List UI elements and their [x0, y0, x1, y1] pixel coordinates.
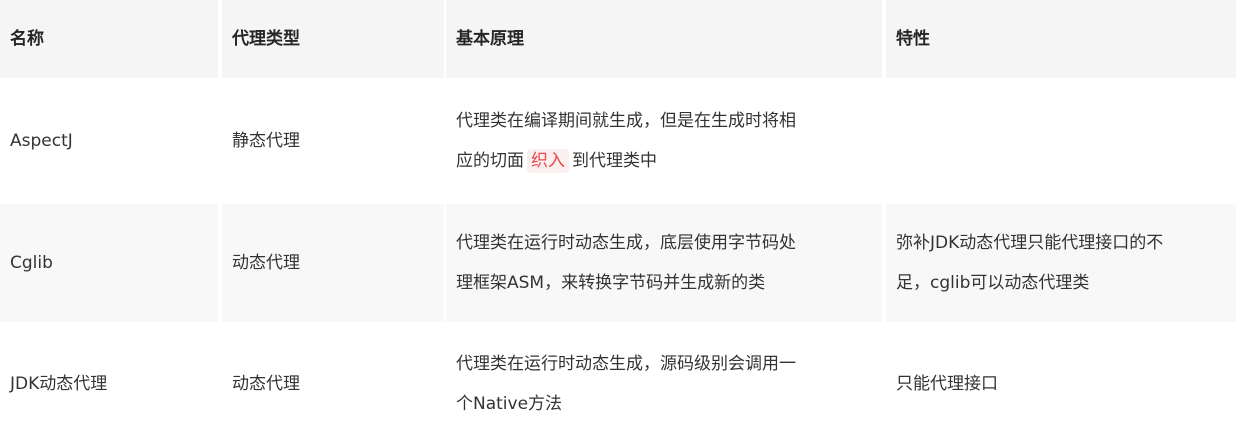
- principle-text: 代理类在编译期间就生成，但是在生成时将相 应的切面 织入 到代理类中: [456, 101, 796, 181]
- header-principle-label: 基本原理: [456, 29, 524, 49]
- cell-name: AspectJ: [0, 82, 218, 200]
- comparison-table: 名称 代理类型 基本原理 特性 AspectJ 静态代理 代理类在编译期间就生成…: [0, 0, 1236, 442]
- header-feature-label: 特性: [896, 29, 930, 49]
- cell-feature: 弥补JDK动态代理只能代理接口的不 足，cglib可以动态代理类: [886, 204, 1236, 322]
- cell-principle: 代理类在编译期间就生成，但是在生成时将相 应的切面 织入 到代理类中: [446, 82, 882, 200]
- cell-name: Cglib: [0, 204, 218, 322]
- cell-principle: 代理类在运行时动态生成，源码级别会调用一 个Native方法: [446, 326, 882, 442]
- row-type-text: 静态代理: [232, 131, 300, 151]
- header-name-label: 名称: [10, 29, 44, 49]
- header-feature: 特性: [886, 0, 1236, 78]
- cell-proxy-type: 静态代理: [222, 82, 444, 200]
- header-proxy-type: 代理类型: [222, 0, 444, 78]
- table-row: AspectJ 静态代理 代理类在编译期间就生成，但是在生成时将相 应的切面 织入…: [0, 82, 1236, 200]
- table-row: Cglib 动态代理 代理类在运行时动态生成，底层使用字节码处 理框架ASM，来…: [0, 204, 1236, 322]
- table-header-row: 名称 代理类型 基本原理 特性: [0, 0, 1236, 78]
- row-name-text: Cglib: [10, 253, 53, 273]
- row-type-text: 动态代理: [232, 374, 300, 394]
- row-name-text: JDK动态代理: [10, 374, 108, 394]
- cell-proxy-type: 动态代理: [222, 204, 444, 322]
- principle-text-part: 到代理类中: [572, 151, 657, 171]
- inline-code-highlight: 织入: [527, 149, 569, 173]
- table-row: JDK动态代理 动态代理 代理类在运行时动态生成，源码级别会调用一 个Nativ…: [0, 326, 1236, 442]
- header-principle: 基本原理: [446, 0, 882, 78]
- cell-proxy-type: 动态代理: [222, 326, 444, 442]
- cell-feature: [886, 82, 1236, 200]
- feature-text: 只能代理接口: [896, 374, 998, 394]
- cell-feature: 只能代理接口: [886, 326, 1236, 442]
- header-name: 名称: [0, 0, 218, 78]
- cell-name: JDK动态代理: [0, 326, 218, 442]
- cell-principle: 代理类在运行时动态生成，底层使用字节码处 理框架ASM，来转换字节码并生成新的类: [446, 204, 882, 322]
- row-type-text: 动态代理: [232, 253, 300, 273]
- row-name-text: AspectJ: [10, 131, 73, 151]
- principle-text: 代理类在运行时动态生成，源码级别会调用一 个Native方法: [456, 354, 796, 414]
- header-proxy-type-label: 代理类型: [232, 29, 300, 49]
- feature-text: 弥补JDK动态代理只能代理接口的不 足，cglib可以动态代理类: [896, 233, 1164, 293]
- principle-text: 代理类在运行时动态生成，底层使用字节码处 理框架ASM，来转换字节码并生成新的类: [456, 233, 796, 293]
